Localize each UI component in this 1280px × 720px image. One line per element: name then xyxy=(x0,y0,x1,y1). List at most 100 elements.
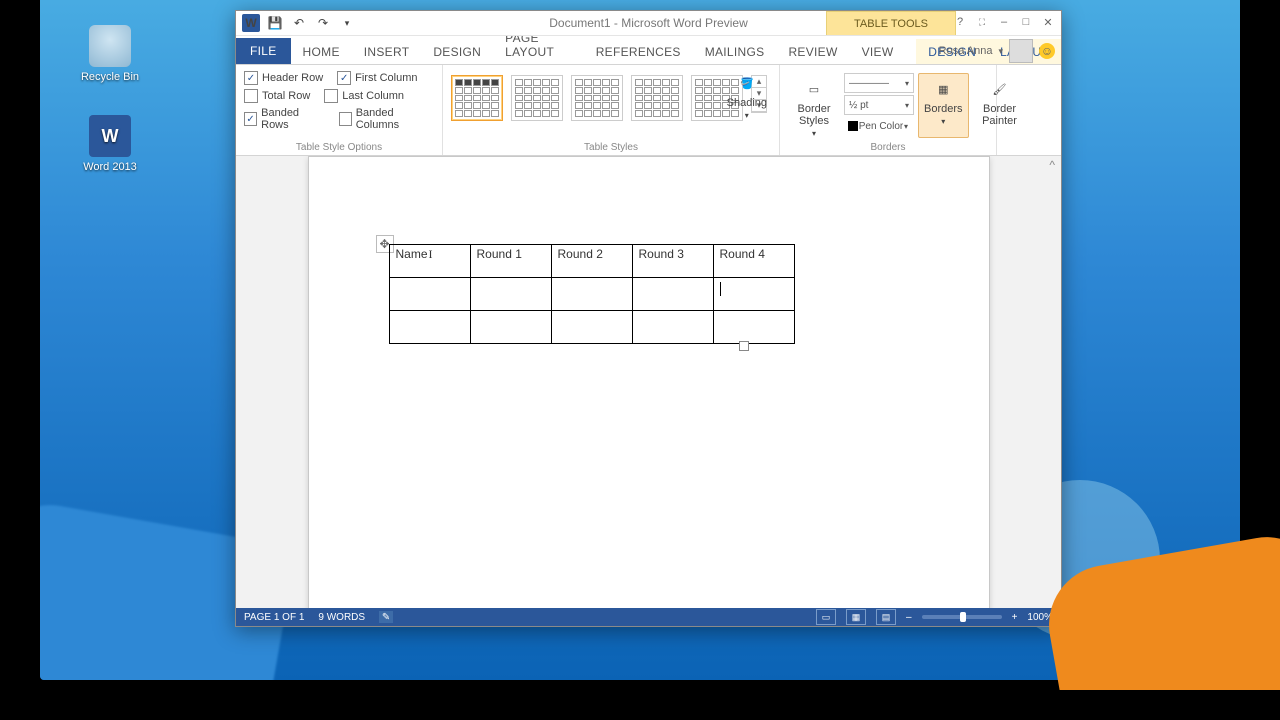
undo-button[interactable]: ↶ xyxy=(290,14,308,32)
tab-design[interactable]: DESIGN xyxy=(421,39,493,64)
tab-home[interactable]: HOME xyxy=(291,39,352,64)
avatar[interactable] xyxy=(1009,39,1033,63)
tab-mailings[interactable]: MAILINGS xyxy=(693,39,777,64)
borders-button[interactable]: ▦ Borders ▾ xyxy=(918,73,969,138)
word-application-window: W 💾 ↶ ↷ ▾ Document1 - Microsoft Word Pre… xyxy=(235,10,1062,627)
document-area[interactable]: ^ ✥ NameIRound 1Round 2Round 3Round 4 xyxy=(236,156,1061,608)
group-borders: ▭ Border Styles ▾ ————▾ ½ pt▾ Pen Color▾… xyxy=(780,65,997,155)
page[interactable]: ✥ NameIRound 1Round 2Round 3Round 4 xyxy=(308,156,990,608)
help-button[interactable]: ? xyxy=(951,14,969,30)
dropdown-arrow-icon: ▾ xyxy=(905,79,909,88)
desktop-icon-recycle-bin[interactable]: Recycle Bin xyxy=(70,25,150,83)
border-styles-button[interactable]: ▭ Border Styles ▾ xyxy=(788,73,840,138)
spell-check-icon[interactable]: ✎ xyxy=(379,611,393,623)
checkbox-banded_cols[interactable]: Banded Columns xyxy=(339,107,434,131)
checkbox-header_row[interactable]: ✓Header Row xyxy=(244,71,323,85)
user-name: Rosa Anna xyxy=(939,45,993,57)
checkbox-banded_rows[interactable]: ✓Banded Rows xyxy=(244,107,325,131)
paint-bucket-icon: 🪣 xyxy=(735,71,759,95)
word-logo-icon[interactable]: W xyxy=(242,14,260,32)
checkbox-icon: ✓ xyxy=(337,71,351,85)
table-cell[interactable] xyxy=(470,311,551,344)
table-resize-handle[interactable] xyxy=(739,341,749,351)
checkbox-label: Banded Rows xyxy=(261,107,324,131)
feedback-smile-icon[interactable]: ☺ xyxy=(1039,43,1055,59)
table-cell[interactable] xyxy=(551,278,632,311)
group-table-styles: ▴▾▾ 🪣 Shading ▾ Table Styles xyxy=(443,65,780,155)
qat-customize-button[interactable]: ▾ xyxy=(338,14,356,32)
table-cell[interactable]: Round 2 xyxy=(551,245,632,278)
ribbon-display-options-button[interactable]: ⛶ xyxy=(973,14,991,30)
dropdown-arrow-icon: ▾ xyxy=(812,129,816,138)
dropdown-arrow-icon: ▾ xyxy=(745,111,749,120)
dropdown-arrow-icon: ▾ xyxy=(905,101,909,110)
zoom-slider[interactable] xyxy=(922,615,1002,619)
close-button[interactable]: ✕ xyxy=(1039,14,1057,30)
table-cell[interactable]: Round 3 xyxy=(632,245,713,278)
checkbox-icon xyxy=(244,89,258,103)
checkbox-label: Last Column xyxy=(342,90,404,102)
table-cell[interactable] xyxy=(389,311,470,344)
dropdown-arrow-icon: ▾ xyxy=(941,117,945,126)
checkbox-icon xyxy=(339,112,352,126)
tab-view[interactable]: VIEW xyxy=(850,39,906,64)
status-words[interactable]: 9 WORDS xyxy=(318,612,365,623)
shading-button[interactable]: 🪣 Shading ▾ xyxy=(721,67,773,120)
tab-references[interactable]: REFERENCES xyxy=(584,39,693,64)
tab-insert[interactable]: INSERT xyxy=(352,39,422,64)
web-layout-button[interactable]: ▤ xyxy=(876,609,896,625)
windows-desktop: Recycle Bin W Word 2013 W 💾 ↶ ↷ ▾ Docume… xyxy=(40,0,1240,680)
table-cell[interactable] xyxy=(713,311,794,344)
table-cell[interactable] xyxy=(632,311,713,344)
text-caret xyxy=(720,282,721,296)
user-area[interactable]: Rosa Anna ▾ ☺ xyxy=(939,37,1055,65)
ribbon: ✓Header Row✓First ColumnTotal RowLast Co… xyxy=(236,65,1061,156)
border-painter-button[interactable]: 🖌 Border Painter xyxy=(973,73,1027,138)
title-bar[interactable]: W 💾 ↶ ↷ ▾ Document1 - Microsoft Word Pre… xyxy=(236,11,1061,36)
line-style-dropdown[interactable]: ————▾ xyxy=(844,73,914,93)
table-style-thumb[interactable] xyxy=(571,75,623,121)
table-style-thumb[interactable] xyxy=(631,75,683,121)
pen-color-dropdown[interactable]: Pen Color▾ xyxy=(844,117,912,135)
read-mode-button[interactable]: ▭ xyxy=(816,609,836,625)
table-cell[interactable] xyxy=(632,278,713,311)
maximize-button[interactable]: □ xyxy=(1017,14,1035,30)
collapse-ribbon-button[interactable]: ^ xyxy=(1049,158,1055,172)
line-weight-dropdown[interactable]: ½ pt▾ xyxy=(844,95,914,115)
table-cell[interactable] xyxy=(551,311,632,344)
table-cell[interactable] xyxy=(713,278,794,311)
desktop-icon-label: Word 2013 xyxy=(70,161,150,173)
recycle-bin-icon xyxy=(89,25,131,67)
tab-file[interactable]: FILE xyxy=(236,38,291,64)
table-cell[interactable]: Round 1 xyxy=(470,245,551,278)
status-page[interactable]: PAGE 1 OF 1 xyxy=(244,612,304,623)
contextual-tab-label: TABLE TOOLS xyxy=(826,11,956,35)
checkbox-label: Total Row xyxy=(262,90,310,102)
zoom-in-button[interactable]: + xyxy=(1012,612,1018,623)
user-menu-arrow-icon: ▾ xyxy=(998,46,1003,57)
minimize-button[interactable]: – xyxy=(995,14,1013,30)
print-layout-button[interactable]: ▦ xyxy=(846,609,866,625)
table-cell[interactable]: Round 4 xyxy=(713,245,794,278)
checkbox-label: First Column xyxy=(355,72,417,84)
table-cell[interactable] xyxy=(389,278,470,311)
save-button[interactable]: 💾 xyxy=(266,14,284,32)
table-style-thumb[interactable] xyxy=(511,75,563,121)
redo-button[interactable]: ↷ xyxy=(314,14,332,32)
checkbox-total_row[interactable]: Total Row xyxy=(244,89,310,103)
checkbox-icon: ✓ xyxy=(244,71,258,85)
border-styles-icon: ▭ xyxy=(802,77,826,101)
table-style-thumb[interactable] xyxy=(451,75,503,121)
checkbox-last_col[interactable]: Last Column xyxy=(324,89,404,103)
desktop-icon-word[interactable]: W Word 2013 xyxy=(70,115,150,173)
document-table[interactable]: NameIRound 1Round 2Round 3Round 4 xyxy=(389,244,795,344)
quick-access-toolbar: W 💾 ↶ ↷ ▾ xyxy=(236,14,362,32)
button-label: Shading xyxy=(727,97,767,109)
group-label: Borders xyxy=(780,142,996,153)
checkbox-first_col[interactable]: ✓ First Column xyxy=(337,71,417,85)
zoom-out-button[interactable]: – xyxy=(906,612,912,623)
table-cell[interactable] xyxy=(470,278,551,311)
tab-review[interactable]: REVIEW xyxy=(776,39,849,64)
text-cursor-icon: I xyxy=(429,247,433,261)
table-cell[interactable]: NameI xyxy=(389,245,470,278)
